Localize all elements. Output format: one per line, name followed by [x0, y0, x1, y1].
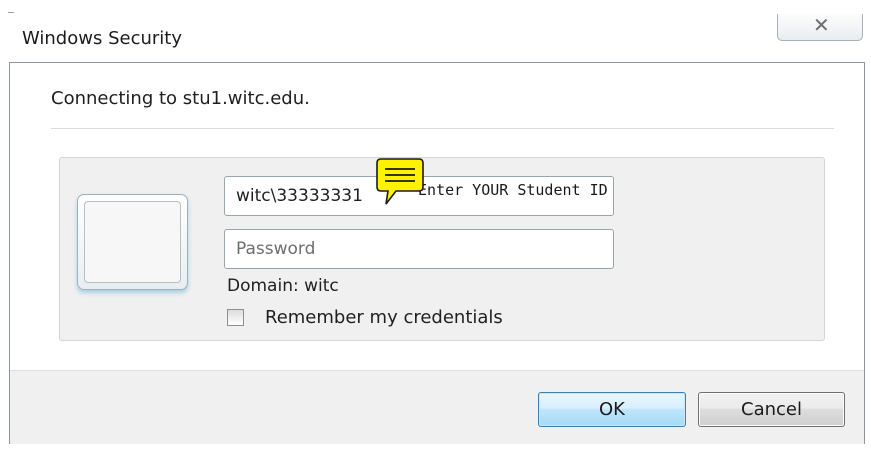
window-title: Windows Security	[22, 28, 182, 49]
user-tile-icon	[77, 194, 188, 290]
remember-checkbox[interactable]	[227, 308, 244, 326]
close-button[interactable]: ✕	[777, 13, 863, 41]
remember-credentials-row[interactable]: Remember my credentials	[227, 303, 503, 331]
window-corner	[8, 12, 14, 16]
cancel-button[interactable]: Cancel	[698, 392, 845, 427]
password-placeholder: Password	[236, 239, 316, 259]
connecting-message: Connecting to stu1.witc.edu.	[51, 88, 310, 109]
username-value: witc\33333331	[236, 186, 363, 206]
close-icon: ✕	[813, 13, 830, 37]
separator	[51, 128, 834, 129]
sticky-note-icon	[376, 158, 424, 205]
domain-label: Domain: witc	[227, 276, 339, 296]
annotation-text: Enter YOUR Student ID	[418, 181, 608, 199]
password-input[interactable]: Password	[224, 229, 614, 269]
remember-label: Remember my credentials	[265, 306, 503, 328]
user-tile-frame	[84, 201, 181, 283]
ok-button[interactable]: OK	[538, 392, 686, 427]
